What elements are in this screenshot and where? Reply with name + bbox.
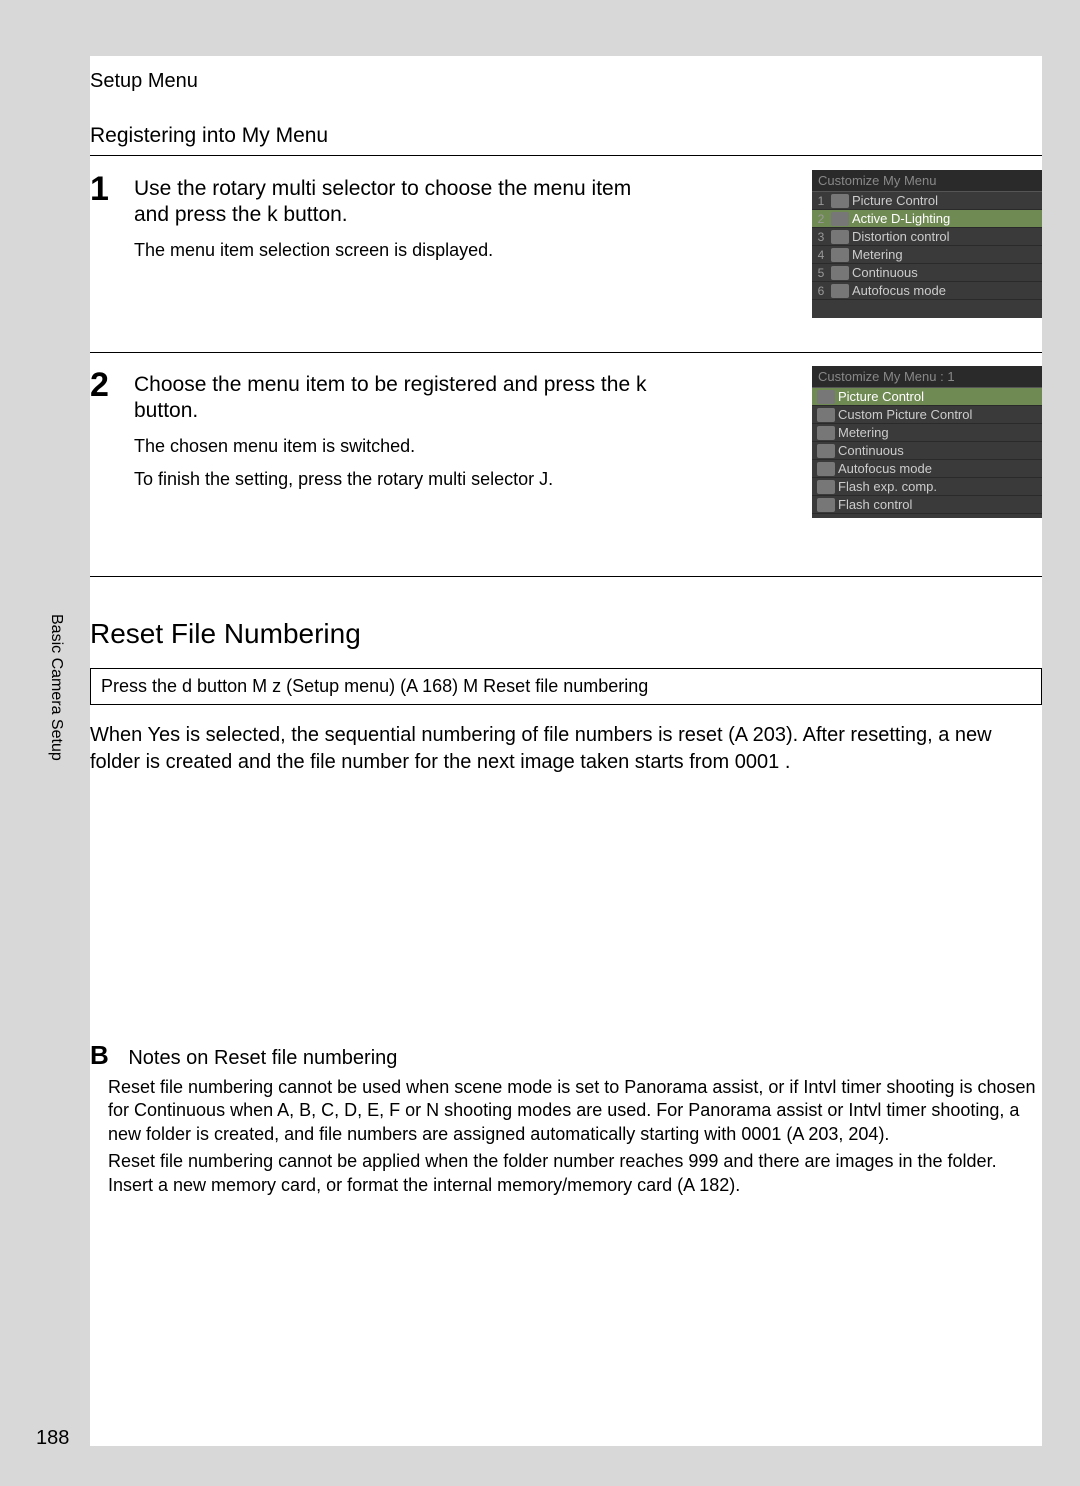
camera-menu-row-number: 6: [814, 284, 828, 298]
divider: [90, 155, 1042, 156]
menu-item-icon: [817, 444, 835, 458]
camera-menu-row: Custom Picture Control: [812, 406, 1042, 424]
menu-item-icon: [817, 426, 835, 440]
camera-menu-row: Flash control: [812, 496, 1042, 514]
step-sub-text: To finish the setting, press the rotary …: [134, 468, 669, 491]
step-sub-text: The menu item selection screen is displa…: [134, 239, 669, 262]
side-tab-label: Basic Camera Setup: [47, 614, 65, 761]
camera-menu-row: 4 Metering: [812, 246, 1042, 264]
step-main-text: Choose the menu item to be registered an…: [134, 372, 654, 425]
menu-item-icon: [817, 390, 835, 404]
camera-screen-title: Customize My Menu: [812, 170, 1042, 192]
camera-menu-row-label: Custom Picture Control: [838, 407, 972, 422]
section-title: Reset File Numbering: [90, 618, 361, 650]
notes-paragraph: Reset file numbering cannot be used when…: [108, 1076, 1042, 1146]
divider: [90, 352, 1042, 353]
camera-menu-row: 6 Autofocus mode: [812, 282, 1042, 300]
camera-menu-row: Autofocus mode: [812, 460, 1042, 478]
camera-menu-row: Metering: [812, 424, 1042, 442]
camera-menu-row-label: Metering: [852, 247, 903, 262]
step-main-text: Use the rotary multi selector to choose …: [134, 176, 654, 229]
breadcrumb: Setup Menu: [90, 70, 198, 93]
menu-item-icon: [831, 284, 849, 298]
menu-item-icon: [817, 480, 835, 494]
camera-menu-row: 2 Active D-Lighting: [812, 210, 1042, 228]
camera-menu-row-number: 5: [814, 266, 828, 280]
camera-menu-row-label: Flash exp. comp.: [838, 479, 937, 494]
side-tab: Basic Camera Setup: [36, 606, 88, 851]
notes-marker: B: [90, 1040, 109, 1070]
section-subtitle: Registering into My Menu: [90, 124, 328, 148]
menu-item-icon: [817, 408, 835, 422]
camera-menu-row-label: Metering: [838, 425, 889, 440]
notes-body: Reset file numbering cannot be used when…: [108, 1076, 1042, 1197]
camera-menu-row: 1 Picture Control: [812, 192, 1042, 210]
menu-path-box: Press the d button M z (Setup menu) (A 1…: [90, 668, 1042, 705]
camera-menu-row-label: Active D-Lighting: [852, 211, 950, 226]
notes-title: Notes on Reset file numbering: [128, 1047, 397, 1069]
menu-item-icon: [831, 266, 849, 280]
page-number: 188: [36, 1427, 69, 1450]
camera-menu-row-label: Distortion control: [852, 229, 950, 244]
camera-menu-row: Flash exp. comp.: [812, 478, 1042, 496]
camera-menu-row-number: 2: [814, 212, 828, 226]
camera-menu-row-label: Autofocus mode: [852, 283, 946, 298]
camera-menu-row-label: Continuous: [852, 265, 918, 280]
step-number: 2: [90, 366, 109, 405]
body-paragraph: When Yes is selected, the sequential num…: [90, 722, 1042, 776]
camera-menu-row-label: Picture Control: [838, 389, 924, 404]
camera-screen-2: Customize My Menu : 1 Picture Control Cus…: [812, 366, 1042, 518]
divider: [90, 576, 1042, 577]
menu-item-icon: [831, 194, 849, 208]
menu-item-icon: [817, 462, 835, 476]
camera-menu-row: 5 Continuous: [812, 264, 1042, 282]
camera-screen-title: Customize My Menu : 1: [812, 366, 1042, 388]
camera-screen-1: Customize My Menu 1 Picture Control 2 Activ…: [812, 170, 1042, 318]
camera-menu-row-number: 4: [814, 248, 828, 262]
notes-heading: B Notes on Reset file numbering: [90, 1040, 397, 1071]
camera-menu-row: Picture Control: [812, 388, 1042, 406]
camera-menu-row-number: 3: [814, 230, 828, 244]
step-number: 1: [90, 170, 109, 209]
notes-paragraph: Reset file numbering cannot be applied w…: [108, 1150, 1042, 1197]
camera-menu-row: 3 Distortion control: [812, 228, 1042, 246]
camera-menu-row-label: Autofocus mode: [838, 461, 932, 476]
camera-menu-row: Continuous: [812, 442, 1042, 460]
camera-menu-row-label: Continuous: [838, 443, 904, 458]
camera-menu-row-label: Picture Control: [852, 193, 938, 208]
camera-menu-row-number: 1: [814, 194, 828, 208]
menu-item-icon: [831, 248, 849, 262]
menu-item-icon: [831, 212, 849, 226]
step-sub-text: The chosen menu item is switched.: [134, 435, 669, 458]
menu-item-icon: [831, 230, 849, 244]
camera-menu-row-label: Flash control: [838, 497, 912, 512]
menu-item-icon: [817, 498, 835, 512]
